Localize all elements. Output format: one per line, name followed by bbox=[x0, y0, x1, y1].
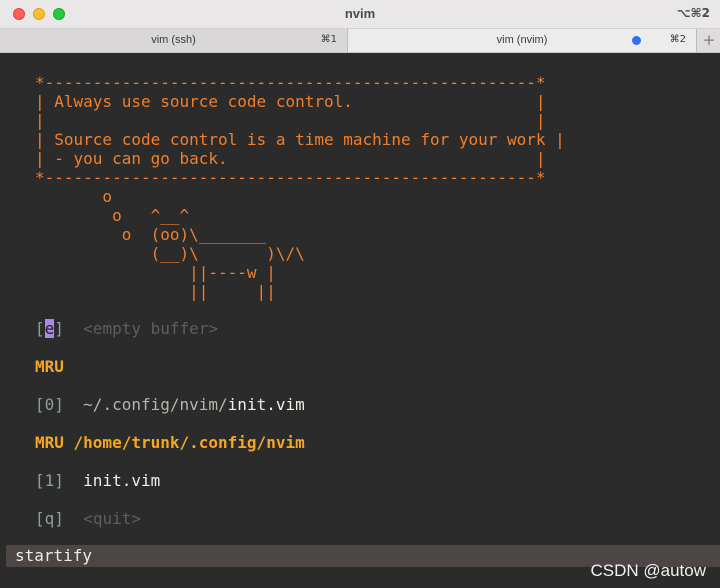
entry-file: init.vim bbox=[227, 395, 305, 414]
entry-file: init.vim bbox=[83, 471, 161, 490]
watermark: CSDN @autow bbox=[590, 561, 706, 580]
mru-dir-section-title: MRU /home/trunk/.config/nvim bbox=[35, 433, 305, 452]
title-bar[interactable]: nvim ⌥⌘2 bbox=[0, 0, 720, 29]
entry-quit[interactable]: [q] <quit> bbox=[35, 509, 141, 528]
entry-empty-buffer[interactable]: [e] <empty buffer> bbox=[35, 319, 218, 338]
new-tab-button[interactable]: + bbox=[698, 29, 720, 52]
tab-bar: vim (ssh) ⌘1 vim (nvim) ⌘2 + bbox=[0, 29, 720, 53]
mru-dir-entry-1[interactable]: [1] init.vim bbox=[35, 471, 160, 490]
mru-section-title: MRU bbox=[35, 357, 64, 376]
activity-dot-icon bbox=[632, 36, 641, 45]
cowsay-header: *---------------------------------------… bbox=[35, 73, 565, 301]
entry-index: [1] bbox=[35, 471, 64, 490]
terminal-content[interactable]: *---------------------------------------… bbox=[0, 53, 720, 588]
entry-label: <empty buffer> bbox=[83, 319, 219, 338]
cursor: e bbox=[44, 319, 55, 338]
entry-bracket-open: [ bbox=[35, 319, 45, 338]
mru-entry-0[interactable]: [0] ~/.config/nvim/init.vim bbox=[35, 395, 305, 414]
tab-vim-nvim[interactable]: vim (nvim) ⌘2 bbox=[348, 29, 697, 52]
entry-bracket-close: ] bbox=[54, 509, 64, 528]
window-shortcut: ⌥⌘2 bbox=[676, 6, 710, 20]
entry-bracket-open: [ bbox=[35, 509, 45, 528]
tab-label: vim (ssh) bbox=[151, 34, 196, 46]
entry-bracket-close: ] bbox=[54, 319, 64, 338]
tab-shortcut: ⌘2 bbox=[669, 34, 686, 45]
entry-path: ~/.config/nvim/ bbox=[83, 395, 228, 414]
entry-key: q bbox=[44, 509, 55, 528]
tab-vim-ssh[interactable]: vim (ssh) ⌘1 bbox=[0, 29, 348, 52]
terminal-window: nvim ⌥⌘2 vim (ssh) ⌘1 vim (nvim) ⌘2 + *-… bbox=[0, 0, 720, 588]
tab-shortcut: ⌘1 bbox=[320, 34, 337, 45]
status-text: startify bbox=[15, 546, 93, 565]
entry-label: <quit> bbox=[83, 509, 141, 528]
entry-index: [0] bbox=[35, 395, 64, 414]
window-title: nvim bbox=[344, 6, 376, 21]
tab-label: vim (nvim) bbox=[496, 34, 548, 46]
